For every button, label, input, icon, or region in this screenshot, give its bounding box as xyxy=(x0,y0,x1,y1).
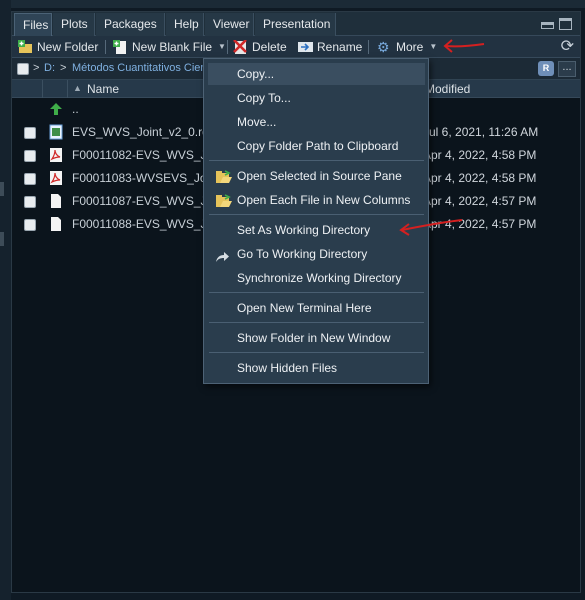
row-checkbox[interactable] xyxy=(24,150,36,162)
folder-open-icon xyxy=(215,169,232,183)
select-all-checkbox[interactable] xyxy=(17,63,29,75)
file-modified: Apr 4, 2022, 4:58 PM xyxy=(423,171,537,185)
column-header-name[interactable]: Name xyxy=(87,82,119,96)
rename-button[interactable]: Rename xyxy=(298,38,362,56)
menu-item-move[interactable]: Move... xyxy=(208,111,425,133)
file-modified: Apr 4, 2022, 4:57 PM xyxy=(423,194,537,208)
menu-item-label: Open Selected in Source Pane xyxy=(237,169,402,183)
path-more-button[interactable]: ... xyxy=(558,61,576,77)
menu-item-set-working-directory[interactable]: Set As Working Directory xyxy=(208,219,425,241)
column-header-modified[interactable]: Modified xyxy=(425,82,470,96)
tab-plots[interactable]: Plots xyxy=(53,13,95,36)
menu-separator xyxy=(209,292,424,293)
row-checkbox[interactable] xyxy=(24,196,36,208)
menu-item-show-hidden-files[interactable]: Show Hidden Files xyxy=(208,357,425,379)
column-divider xyxy=(67,80,68,98)
splitter-nub[interactable] xyxy=(0,232,4,246)
annotation-arrow-icon xyxy=(399,219,463,236)
menu-separator xyxy=(209,160,424,161)
folder-open-icon xyxy=(215,193,232,207)
more-label: More xyxy=(396,40,424,54)
chevron-down-icon: ▼ xyxy=(218,42,226,51)
chevron-down-icon: ▼ xyxy=(429,42,438,51)
menu-item-go-to-working-directory[interactable]: Go To Working Directory xyxy=(208,243,425,265)
pdf-file-icon xyxy=(49,147,63,163)
delete-label: Delete xyxy=(252,40,287,54)
blank-file-icon xyxy=(49,216,63,232)
minimize-pane-icon[interactable] xyxy=(541,22,554,29)
menu-separator xyxy=(209,322,424,323)
delete-button[interactable]: Delete xyxy=(233,38,287,56)
new-folder-button[interactable]: New Folder xyxy=(18,38,98,56)
gear-icon: ⚙ xyxy=(377,39,390,55)
menu-item-copy-folder-path[interactable]: Copy Folder Path to Clipboard xyxy=(208,135,425,157)
file-name[interactable]: .. xyxy=(72,102,79,116)
row-checkbox[interactable] xyxy=(24,219,36,231)
row-checkbox[interactable] xyxy=(24,127,36,139)
tab-packages[interactable]: Packages xyxy=(96,13,165,36)
tab-help[interactable]: Help xyxy=(166,13,204,36)
toolbar-divider xyxy=(227,40,228,54)
menu-item-open-selected[interactable]: Open Selected in Source Pane xyxy=(208,165,425,187)
share-arrow-icon xyxy=(215,248,232,262)
files-toolbar: New Folder New Blank File ▼ Delete Renam… xyxy=(12,36,580,58)
menu-item-show-folder[interactable]: Show Folder in New Window xyxy=(208,327,425,349)
rename-icon xyxy=(298,40,313,54)
rename-label: Rename xyxy=(317,40,363,54)
menu-item-label: Open Each File in New Columns xyxy=(237,193,411,207)
refresh-icon[interactable]: ⟳ xyxy=(561,38,574,56)
chevron-right-icon: > xyxy=(60,62,67,74)
menu-separator xyxy=(209,214,424,215)
tab-files[interactable]: Files xyxy=(14,13,52,36)
menu-item-open-each[interactable]: Open Each File in New Columns xyxy=(208,189,425,211)
breadcrumb-folder[interactable]: Métodos Cuantitativos Cien xyxy=(72,62,207,74)
new-file-icon xyxy=(113,40,128,54)
file-name[interactable]: EVS_WVS_Joint_v2_0.rds xyxy=(72,125,215,139)
menu-item-copy-to[interactable]: Copy To... xyxy=(208,87,425,109)
file-modified: Apr 4, 2022, 4:58 PM xyxy=(423,148,537,162)
chevron-right-icon: > xyxy=(33,62,40,74)
new-blank-file-label: New Blank File xyxy=(132,40,213,54)
row-checkbox[interactable] xyxy=(24,173,36,185)
menu-item-label: Go To Working Directory xyxy=(237,247,368,261)
new-folder-icon xyxy=(18,40,33,54)
breadcrumb-drive[interactable]: D: xyxy=(44,62,55,74)
top-edge xyxy=(0,0,585,8)
menu-separator xyxy=(209,352,424,353)
pdf-file-icon xyxy=(49,170,63,186)
column-divider xyxy=(42,80,43,98)
menu-item-open-terminal[interactable]: Open New Terminal Here xyxy=(208,297,425,319)
pane-tabbar: Files Plots Packages Help Viewer Present… xyxy=(12,12,580,36)
go-up-icon xyxy=(49,101,63,117)
menu-item-synchronize-working-directory[interactable]: Synchronize Working Directory xyxy=(208,267,425,289)
toolbar-divider xyxy=(105,40,106,54)
new-blank-file-button[interactable]: New Blank File ▼ xyxy=(113,38,226,56)
maximize-pane-icon[interactable] xyxy=(559,18,572,30)
delete-icon xyxy=(233,39,248,54)
annotation-arrow-icon xyxy=(443,39,485,53)
left-edge xyxy=(0,0,11,600)
more-button[interactable]: ⚙ More ▼ xyxy=(377,38,437,56)
new-folder-label: New Folder xyxy=(37,40,99,54)
rds-file-icon xyxy=(49,124,63,140)
tab-viewer[interactable]: Viewer xyxy=(205,13,254,36)
menu-item-copy[interactable]: Copy... xyxy=(208,63,425,85)
r-project-badge[interactable]: R xyxy=(538,61,554,76)
splitter-nub[interactable] xyxy=(0,182,4,196)
toolbar-divider xyxy=(368,40,369,54)
blank-file-icon xyxy=(49,193,63,209)
file-modified: Jul 6, 2021, 11:26 AM xyxy=(423,125,539,139)
sort-ascending-icon: ▲ xyxy=(73,83,82,93)
tab-presentation[interactable]: Presentation xyxy=(255,13,336,36)
